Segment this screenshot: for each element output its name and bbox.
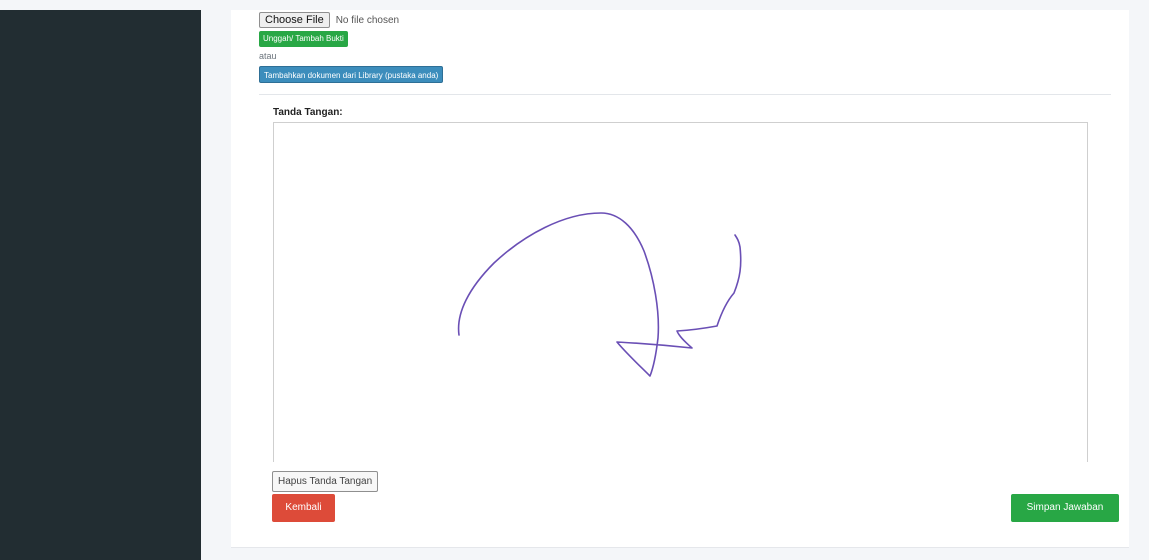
signature-stroke [457,212,742,377]
add-from-library-button[interactable]: Tambahkan dokumen dari Library (pustaka … [259,66,444,83]
divider [259,94,1111,95]
clear-signature-button[interactable]: Hapus Tanda Tangan [272,471,379,492]
top-strip [0,0,1149,10]
signature-pad[interactable] [273,122,1088,462]
main-content: Choose File No file chosen Unggah/ Tamba… [201,10,1149,560]
signature-label: Tanda Tangan: [273,107,343,118]
choose-file-button[interactable]: Choose File [259,12,330,28]
sidebar [0,10,201,560]
file-input-row: Choose File No file chosen [259,12,399,28]
back-button[interactable]: Kembali [272,494,335,522]
save-answer-button[interactable]: Simpan Jawaban [1011,494,1119,522]
file-status-text: No file chosen [335,14,400,26]
signature-drawing [457,212,742,377]
upload-evidence-button[interactable]: Unggah/ Tambah Bukti [259,31,348,47]
answer-card: Choose File No file chosen Unggah/ Tamba… [231,10,1129,548]
or-text: atau [259,51,277,61]
